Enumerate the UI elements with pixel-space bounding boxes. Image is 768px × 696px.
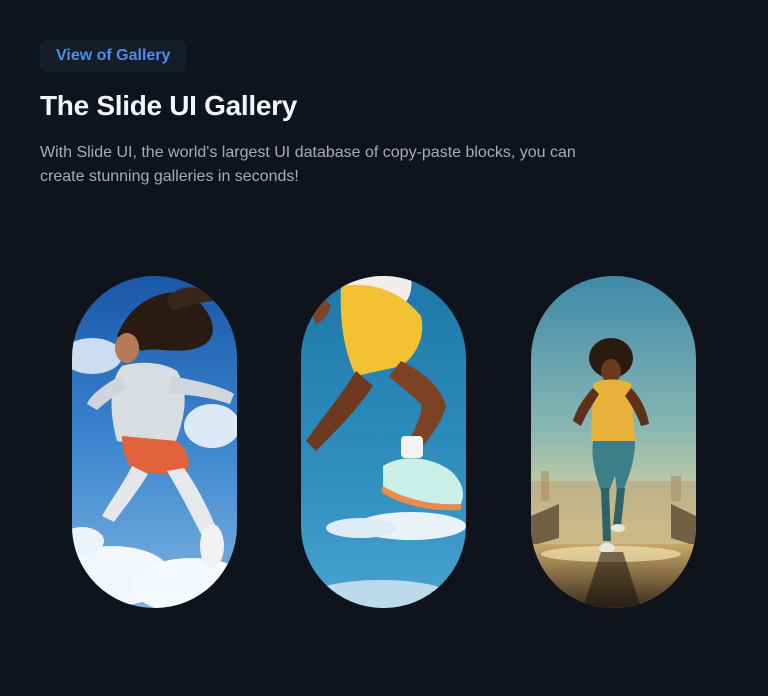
gallery-page: View of Gallery The Slide UI Gallery Wit…: [0, 0, 768, 696]
gallery-image-1[interactable]: [72, 276, 237, 608]
page-title: The Slide UI Gallery: [40, 90, 297, 121]
view-of-gallery-badge[interactable]: View of Gallery: [40, 40, 187, 72]
gallery-image-2[interactable]: [301, 276, 466, 608]
page-description: With Slide UI, the world's largest UI da…: [40, 144, 576, 185]
gallery-image-3[interactable]: [531, 276, 696, 608]
woman-running-sunset-photo: [531, 276, 696, 608]
woman-jumping-sky-photo: [72, 276, 237, 608]
runner-legs-jumping-photo: [301, 276, 466, 608]
gallery-row: [0, 276, 768, 608]
